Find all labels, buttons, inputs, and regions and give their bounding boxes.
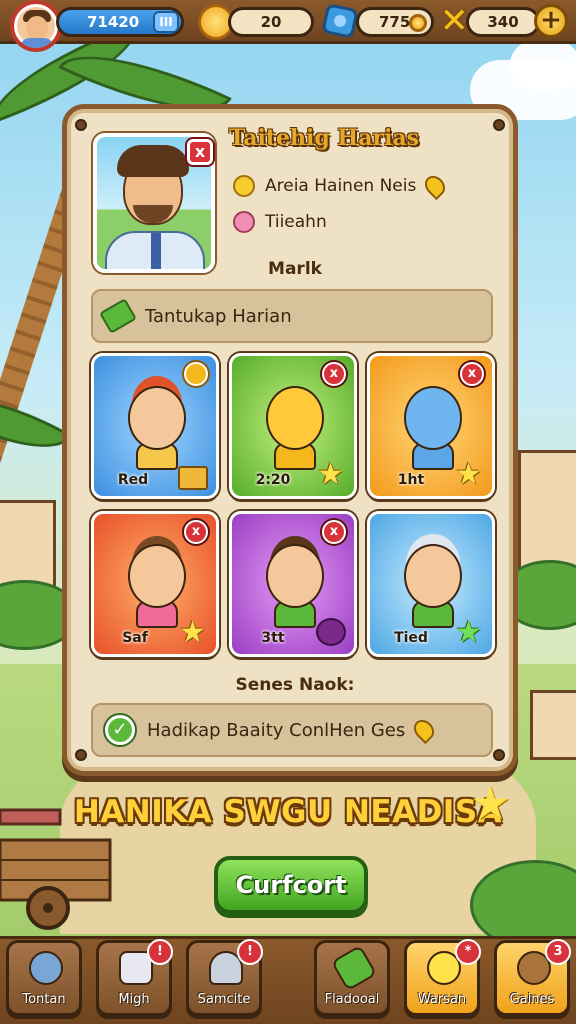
- rivet: [75, 749, 87, 761]
- ticket-icon: [99, 298, 137, 334]
- quest-text: Hadikap Baaity ConlHen Ges: [147, 719, 406, 741]
- coin-count: 20: [260, 13, 282, 31]
- sparkle-star-icon: ★: [470, 776, 512, 830]
- notification-badge: !: [237, 939, 263, 965]
- info-detail-text: Tiieahn: [265, 212, 327, 232]
- location-pin-icon: [410, 715, 439, 745]
- nav-label: Fladooal: [324, 992, 380, 1007]
- cat-girl-character: [128, 386, 186, 450]
- nav-button-warsan[interactable]: Warsan *: [404, 939, 481, 1016]
- cloud: [510, 40, 576, 90]
- energy-count: 340: [487, 13, 519, 31]
- gem-count: 71420: [87, 13, 140, 31]
- confirm-button[interactable]: Curfcort: [214, 856, 368, 914]
- quest-banner[interactable]: ✓ Hadikap Baaity ConlHen Ges: [91, 703, 493, 757]
- treasure-chest-icon: [178, 466, 208, 490]
- menu-icon[interactable]: III: [153, 11, 179, 33]
- character-card[interactable]: Tied ★: [367, 511, 495, 657]
- top-resource-bar: 71420 III 20 775 ✕ 340 +: [0, 0, 576, 52]
- blue-koala-character: [404, 386, 462, 450]
- bottle-icon: [330, 944, 378, 992]
- close-badge-icon[interactable]: x: [184, 520, 208, 544]
- flower-icon: [233, 211, 255, 233]
- nav-label: Gaines: [509, 992, 555, 1007]
- character-card[interactable]: x Saf ★: [91, 511, 219, 657]
- character-card[interactable]: x 1ht ★: [367, 353, 495, 499]
- cat-kid-character: [128, 544, 186, 608]
- player-avatar[interactable]: [10, 0, 62, 52]
- check-icon: ✓: [105, 715, 135, 745]
- info-row-detail: Tiieahn: [233, 211, 327, 233]
- nav-label: Tontan: [22, 992, 66, 1007]
- avatar-face: [26, 16, 48, 40]
- small-coin-icon: [409, 14, 427, 32]
- green-star-icon: ★: [455, 615, 482, 650]
- location-pin-icon: [421, 171, 450, 201]
- gear-icon[interactable]: [321, 3, 359, 39]
- character-card[interactable]: Red: [91, 353, 219, 499]
- yellow-creature-character: [266, 386, 324, 450]
- character-card-grid: Red x 2:20 ★ x 1ht ★ x Saf ★ x 3tt Tied …: [91, 353, 495, 659]
- card-name: Red: [117, 472, 149, 488]
- character-card[interactable]: x 2:20 ★: [229, 353, 357, 499]
- character-card[interactable]: x 3tt: [229, 511, 357, 657]
- close-icon[interactable]: x: [187, 139, 213, 165]
- info-location-text: Areia Hainen Neis: [265, 176, 417, 196]
- gear-resource-count: 775: [379, 13, 411, 31]
- energy-counter[interactable]: 340: [466, 7, 540, 37]
- nav-label: Migh: [118, 992, 150, 1007]
- notification-badge: !: [147, 939, 173, 965]
- task-banner[interactable]: Tantukap Harian: [91, 289, 493, 343]
- section-label: Marlk: [268, 259, 322, 279]
- boy-character: [266, 544, 324, 608]
- bottom-nav-bar: [0, 936, 576, 1024]
- notification-badge: 3: [545, 939, 571, 965]
- gear-resource-counter[interactable]: 775: [356, 7, 434, 37]
- nav-button-fladooal[interactable]: Fladooal: [314, 940, 390, 1016]
- task-banner-text: Tantukap Harian: [145, 305, 292, 327]
- coin-badge-icon: [184, 362, 208, 386]
- star-icon: ★: [455, 457, 482, 492]
- close-badge-icon[interactable]: x: [322, 520, 346, 544]
- sun-icon: [233, 175, 255, 197]
- daily-task-panel: x Taitehig Harias Areia Hainen Neis Tiie…: [62, 104, 518, 776]
- nav-button-samcite[interactable]: Samcite !: [186, 939, 263, 1016]
- gem-counter[interactable]: 71420 III: [56, 7, 184, 37]
- add-resource-button[interactable]: +: [534, 4, 568, 38]
- house-small: [530, 690, 576, 760]
- portrait-hair: [117, 145, 189, 177]
- quest-section-label: Senes Naok:: [235, 675, 355, 695]
- nav-label: Warsan: [417, 992, 467, 1007]
- rivet: [493, 749, 505, 761]
- helmet-kid-character: [404, 544, 462, 608]
- panel-title: Taitehig Harias: [229, 125, 420, 151]
- star-icon: ★: [179, 615, 206, 650]
- close-badge-icon[interactable]: x: [322, 362, 346, 386]
- close-badge-icon[interactable]: x: [460, 362, 484, 386]
- info-row-location: Areia Hainen Neis: [233, 171, 450, 201]
- worker-icon: [29, 951, 63, 985]
- nav-label: Samcite: [197, 992, 251, 1007]
- nav-button-tontan[interactable]: Tontan: [6, 940, 82, 1016]
- coin-counter[interactable]: 20: [228, 7, 314, 37]
- purple-pet-icon: [316, 618, 346, 646]
- nav-button-migh[interactable]: Migh !: [96, 939, 173, 1016]
- notification-badge: *: [455, 939, 481, 965]
- nav-button-gaines[interactable]: Gaines 3: [494, 939, 571, 1016]
- star-icon: ★: [317, 457, 344, 492]
- rivet: [75, 119, 87, 131]
